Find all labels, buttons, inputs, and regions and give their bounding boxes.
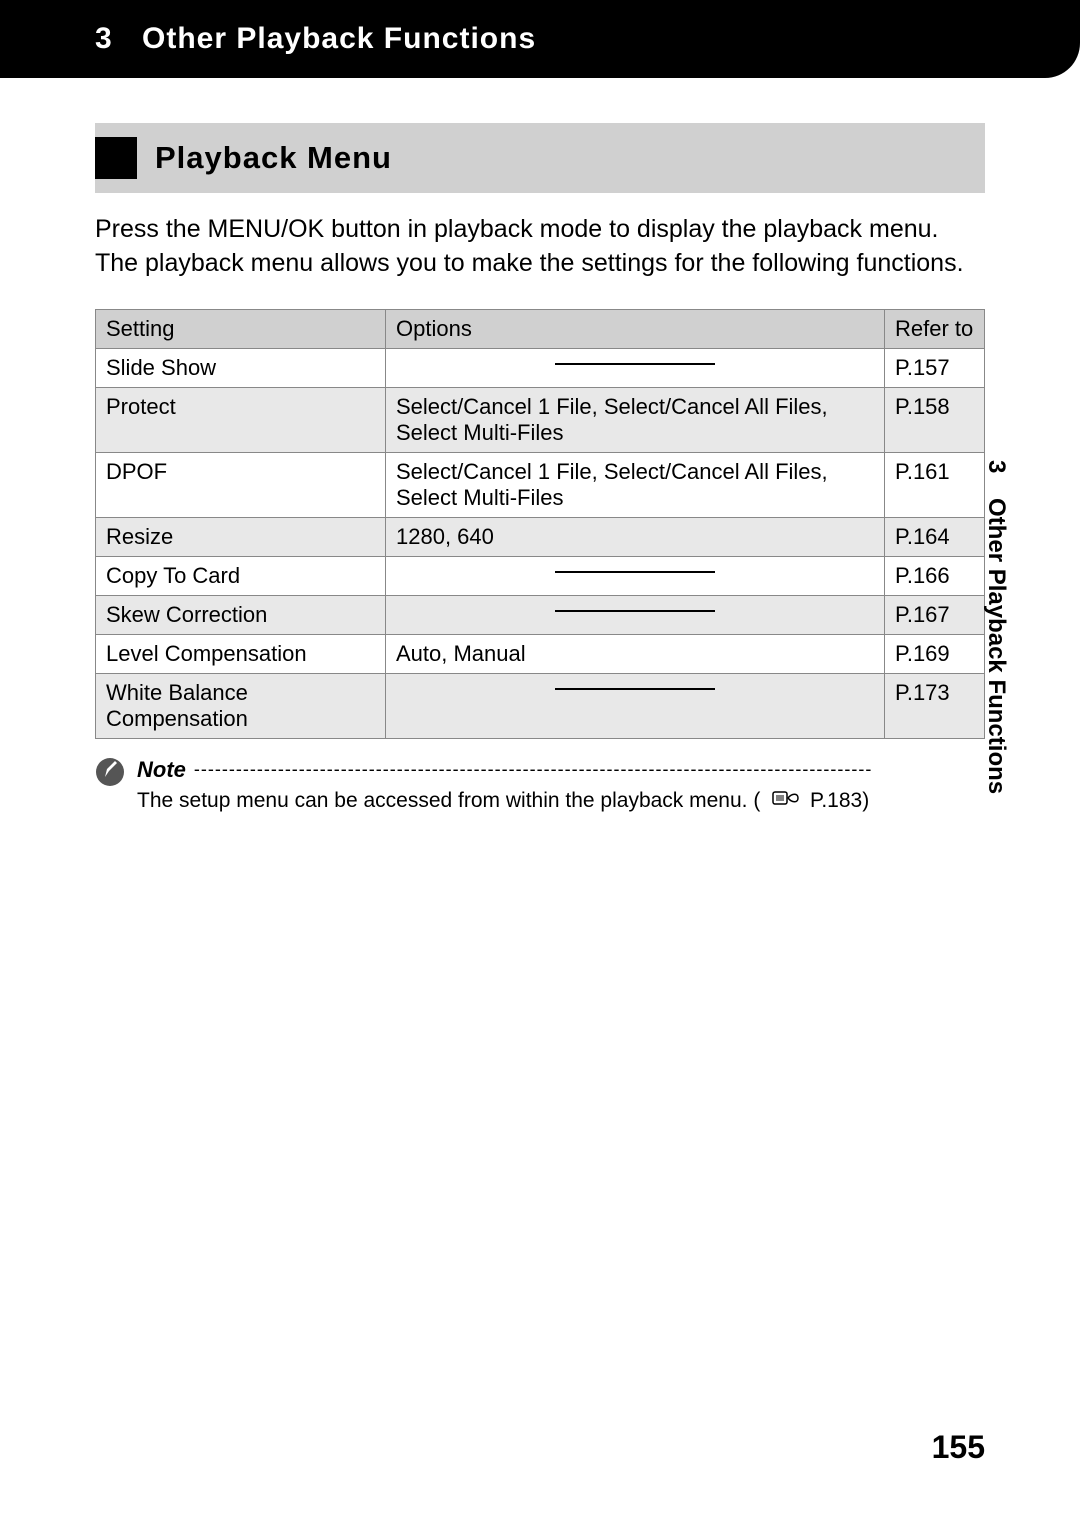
table-cell-setting: Copy To Card: [96, 556, 386, 595]
table-cell-refer: P.167: [885, 595, 985, 634]
reference-icon: [772, 789, 800, 813]
table-cell-refer: P.161: [885, 452, 985, 517]
table-cell-options: Auto, Manual: [386, 634, 885, 673]
dash-line: [555, 688, 715, 690]
table-cell-refer: P.169: [885, 634, 985, 673]
table-header-options: Options: [386, 309, 885, 348]
table-cell-options: [386, 595, 885, 634]
section-header: Playback Menu: [95, 123, 985, 193]
chapter-title: Other Playback Functions: [142, 22, 536, 55]
table-cell-options: 1280, 640: [386, 517, 885, 556]
side-tab-text: Other Playback Functions: [983, 498, 1010, 794]
table-cell-options: Select/Cancel 1 File, Select/Cancel All …: [386, 387, 885, 452]
table-cell-refer: P.158: [885, 387, 985, 452]
note-pencil-icon: [95, 757, 125, 787]
section-title: Playback Menu: [155, 140, 392, 176]
dash-line: [555, 363, 715, 365]
note-section: Note -----------------------------------…: [95, 757, 985, 813]
table-cell-options: [386, 673, 885, 738]
note-text-ref: P.183): [810, 789, 869, 812]
chapter-number: 3: [95, 22, 113, 55]
table-cell-options: Select/Cancel 1 File, Select/Cancel All …: [386, 452, 885, 517]
table-cell-setting: Protect: [96, 387, 386, 452]
note-label: Note: [137, 757, 186, 783]
content-area: Playback Menu Press the MENU/OK button i…: [0, 123, 1080, 813]
note-content: Note -----------------------------------…: [137, 757, 985, 813]
side-tab: 3 Other Playback Functions: [982, 460, 1010, 794]
settings-table: Setting Options Refer to Slide Show P.157…: [95, 309, 985, 739]
dash-line: [555, 571, 715, 573]
table-row: Slide Show P.157: [96, 348, 985, 387]
table-row: ProtectSelect/Cancel 1 File, Select/Canc…: [96, 387, 985, 452]
chapter-header: 3 Other Playback Functions: [0, 0, 1080, 78]
table-cell-setting: DPOF: [96, 452, 386, 517]
table-cell-setting: Resize: [96, 517, 386, 556]
note-text: The setup menu can be accessed from with…: [137, 789, 985, 813]
table-row: White Balance Compensation P.173: [96, 673, 985, 738]
table-cell-refer: P.173: [885, 673, 985, 738]
note-text-prefix: The setup menu can be accessed from with…: [137, 789, 760, 812]
page-number: 155: [932, 1429, 985, 1466]
dash-line: [555, 610, 715, 612]
table-cell-options: [386, 348, 885, 387]
table-row: Resize1280, 640P.164: [96, 517, 985, 556]
table-cell-refer: P.157: [885, 348, 985, 387]
table-cell-refer: P.164: [885, 517, 985, 556]
note-dashes: ----------------------------------------…: [194, 759, 985, 780]
table-row: Copy To Card P.166: [96, 556, 985, 595]
table-row: Skew Correction P.167: [96, 595, 985, 634]
table-cell-setting: Skew Correction: [96, 595, 386, 634]
intro-paragraph: Press the MENU/OK button in playback mod…: [95, 213, 985, 281]
table-cell-setting: Slide Show: [96, 348, 386, 387]
table-cell-options: [386, 556, 885, 595]
table-cell-setting: White Balance Compensation: [96, 673, 386, 738]
note-header: Note -----------------------------------…: [137, 757, 985, 783]
table-header-setting: Setting: [96, 309, 386, 348]
chapter-header-text: 3 Other Playback Functions: [95, 22, 536, 55]
table-row: DPOFSelect/Cancel 1 File, Select/Cancel …: [96, 452, 985, 517]
table-header-row: Setting Options Refer to: [96, 309, 985, 348]
section-header-block: [95, 137, 137, 179]
table-cell-refer: P.166: [885, 556, 985, 595]
table-cell-setting: Level Compensation: [96, 634, 386, 673]
side-tab-number: 3: [982, 460, 1010, 473]
table-header-refer: Refer to: [885, 309, 985, 348]
table-row: Level CompensationAuto, ManualP.169: [96, 634, 985, 673]
